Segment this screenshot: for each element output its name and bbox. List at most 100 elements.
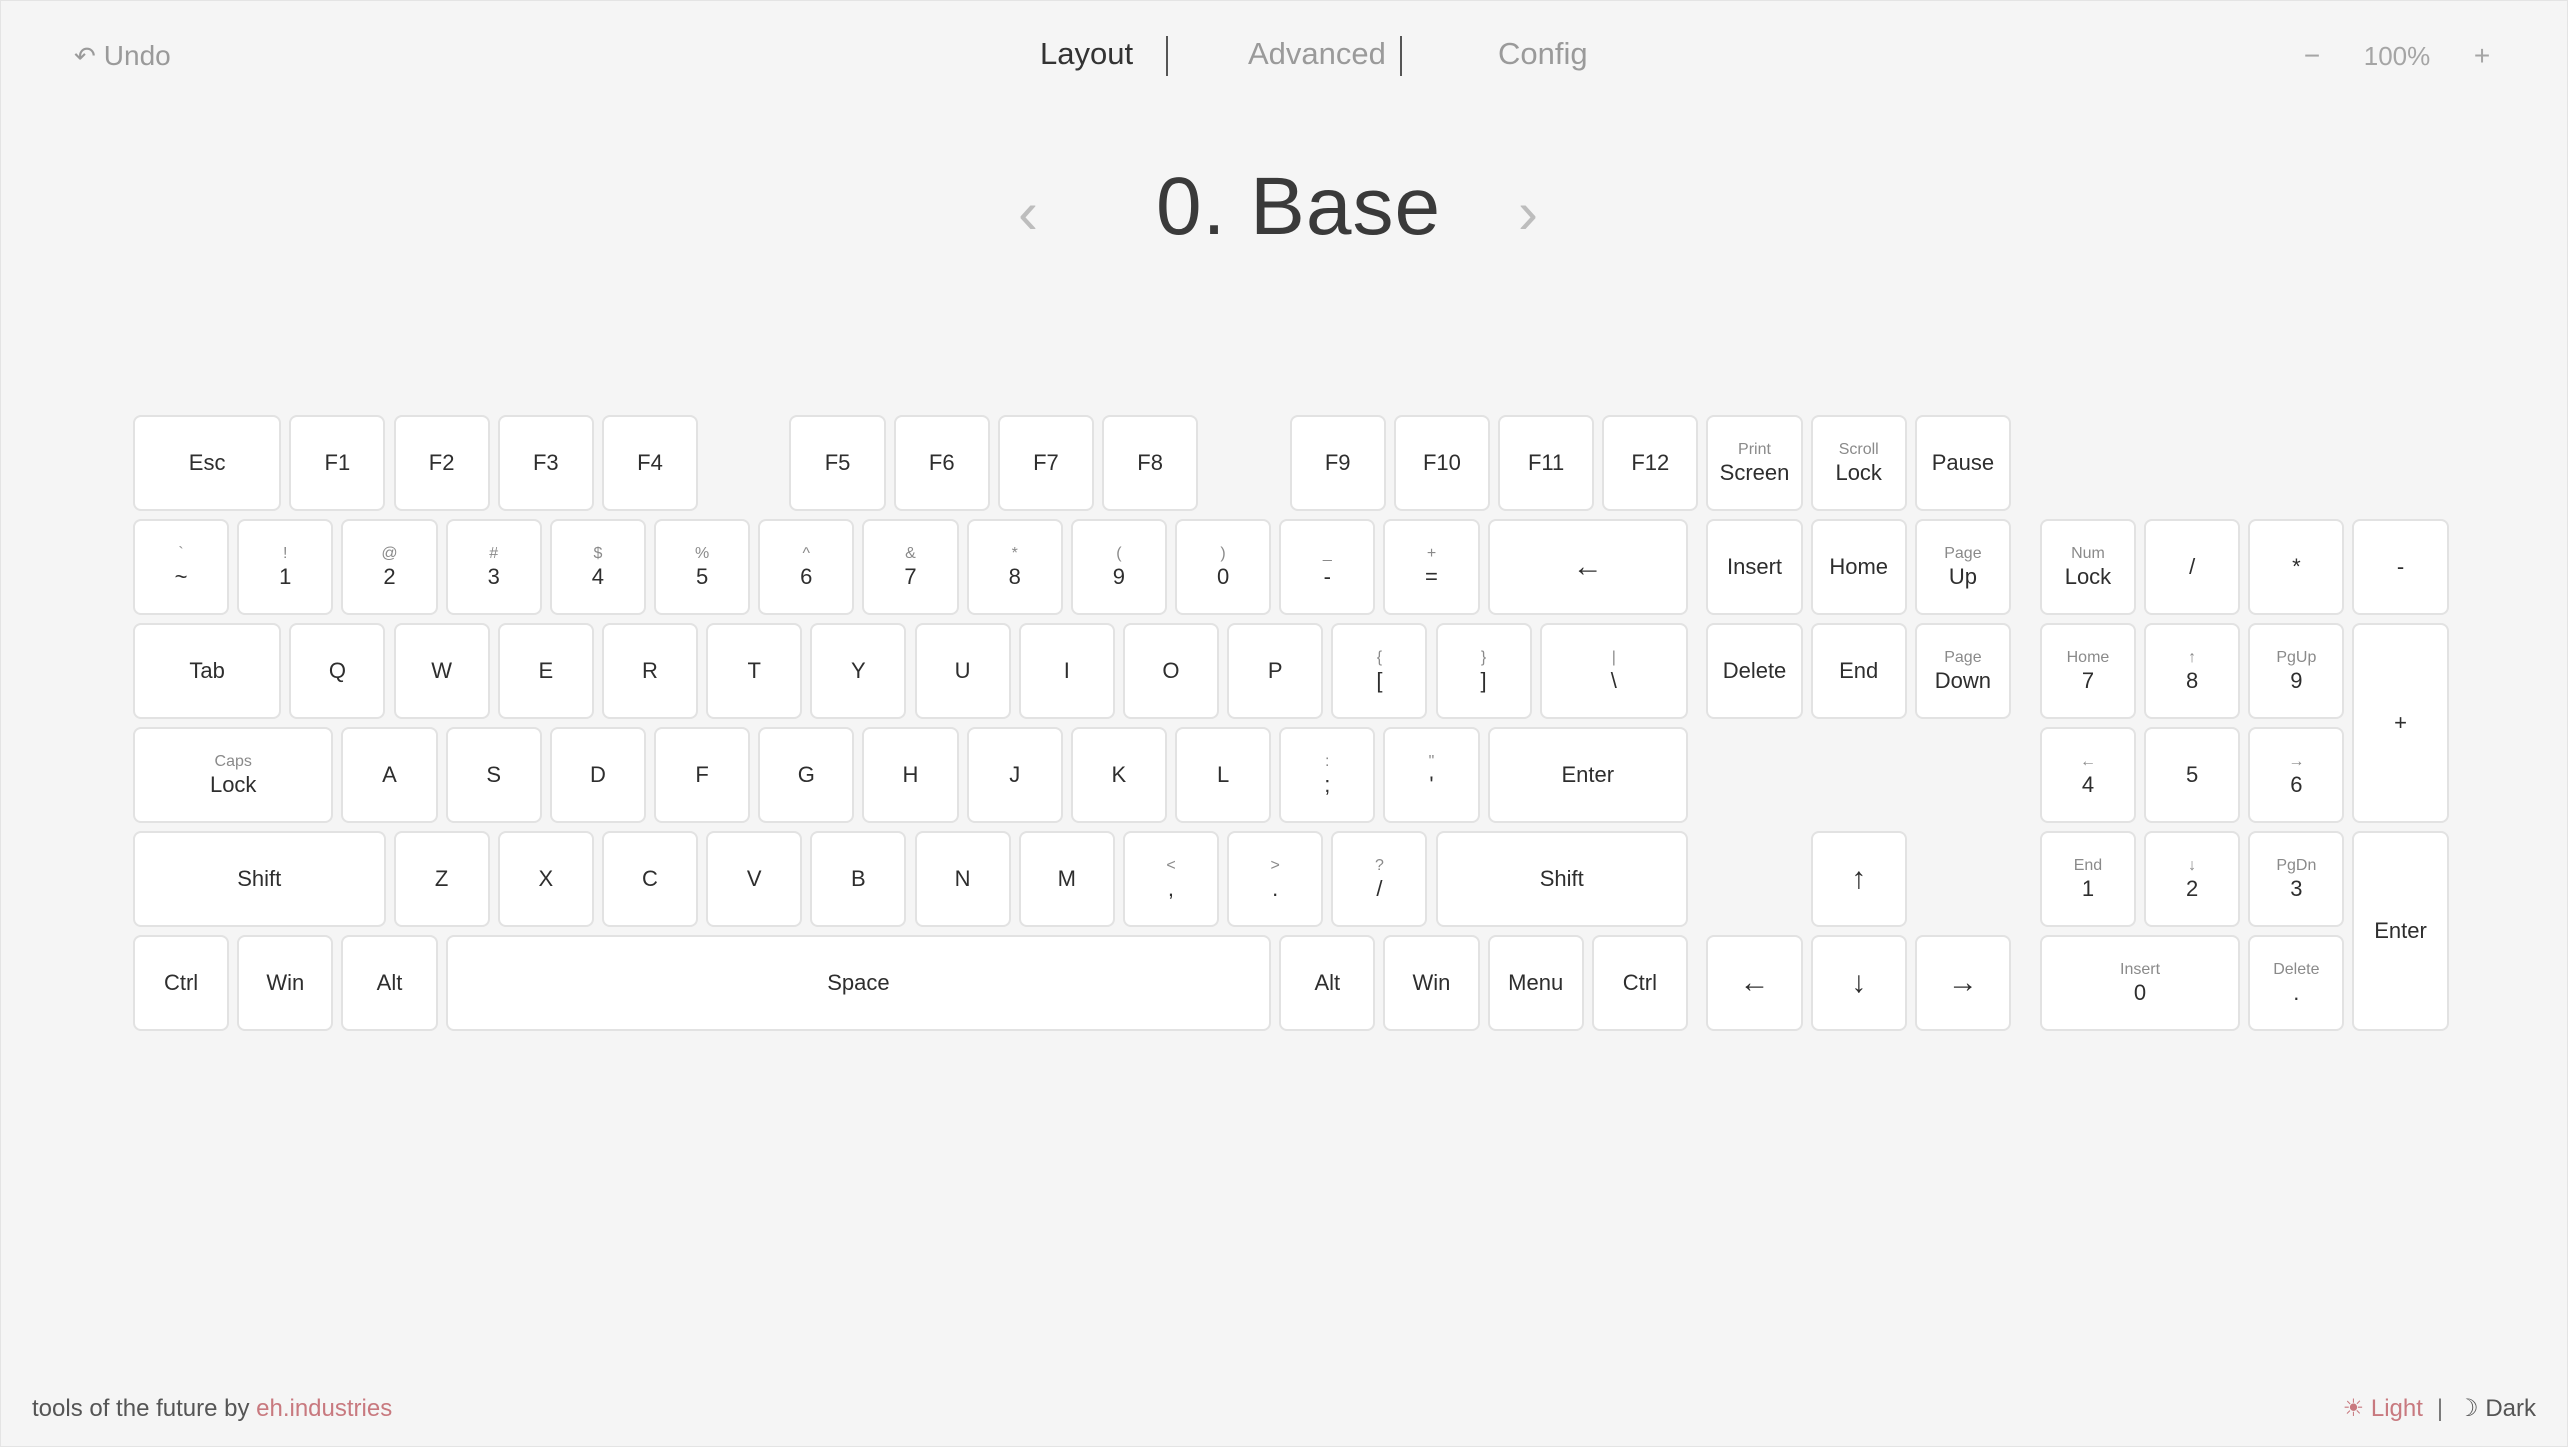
key[interactable]: Enter xyxy=(2352,831,2449,1031)
key[interactable]: D xyxy=(549,727,646,823)
key[interactable]: Win xyxy=(1383,935,1480,1031)
key[interactable]: F2 xyxy=(393,415,490,511)
next-layer-button[interactable]: › xyxy=(1518,178,1538,247)
key[interactable]: F12 xyxy=(1602,415,1699,511)
key[interactable]: Num Lock xyxy=(2039,519,2137,615)
key[interactable]: C xyxy=(601,831,699,927)
key[interactable]: End 1 xyxy=(2039,831,2137,927)
tab-config[interactable]: Config xyxy=(1468,36,1618,72)
key[interactable]: Page Up xyxy=(1914,519,2011,615)
key[interactable]: PgUp 9 xyxy=(2248,623,2345,719)
key[interactable]: Ctrl xyxy=(1591,935,1688,1031)
key[interactable]: }] xyxy=(1435,623,1532,719)
key[interactable]: Print Screen xyxy=(1706,415,1803,511)
key[interactable]: Enter xyxy=(1487,727,1688,823)
key[interactable]: U xyxy=(914,623,1011,719)
key[interactable]: :; xyxy=(1279,727,1376,823)
key[interactable]: S xyxy=(445,727,542,823)
key[interactable]: F5 xyxy=(789,415,886,511)
key[interactable]: & 7 xyxy=(862,519,959,615)
key[interactable]: F9 xyxy=(1289,415,1386,511)
key[interactable]: O xyxy=(1122,623,1220,719)
key[interactable]: PgDn 3 xyxy=(2248,831,2345,927)
dark-theme-button[interactable]: ☽ Dark xyxy=(2457,1394,2536,1423)
light-theme-button[interactable]: ☀ Light xyxy=(2343,1394,2423,1423)
key[interactable]: Alt xyxy=(1279,935,1376,1031)
key[interactable]: → xyxy=(1914,935,2011,1031)
key[interactable]: % 5 xyxy=(654,519,751,615)
tab-advanced[interactable]: Advanced xyxy=(1218,36,1416,72)
key[interactable]: Esc xyxy=(133,415,282,511)
key[interactable]: Pause xyxy=(1914,415,2011,511)
key[interactable]: (9 xyxy=(1070,519,1167,615)
key[interactable]: M xyxy=(1018,831,1115,927)
key[interactable]: {[ xyxy=(1331,623,1428,719)
key[interactable]: ` ~ xyxy=(133,519,230,615)
key[interactable]: Home xyxy=(1810,519,1907,615)
key[interactable]: ← xyxy=(1487,519,1688,615)
key[interactable]: E xyxy=(497,623,594,719)
key[interactable]: _ - xyxy=(1279,519,1376,615)
key[interactable]: F xyxy=(654,727,751,823)
key[interactable]: / xyxy=(2144,519,2241,615)
key[interactable]: #3 xyxy=(445,519,542,615)
key[interactable]: " ' xyxy=(1383,727,1480,823)
key[interactable]: Q xyxy=(289,623,386,719)
key[interactable]: J xyxy=(966,727,1063,823)
key[interactable]: ↑ xyxy=(1810,831,1907,927)
key[interactable]: P xyxy=(1227,623,1324,719)
tab-layout[interactable]: Layout xyxy=(1010,36,1163,72)
key[interactable]: ↑ 8 xyxy=(2144,623,2241,719)
zoom-in-button[interactable]: + xyxy=(2452,40,2512,72)
key[interactable]: Tab xyxy=(133,623,282,719)
key[interactable]: <, xyxy=(1122,831,1220,927)
key[interactable]: ? / xyxy=(1331,831,1428,927)
key[interactable]: F1 xyxy=(289,415,386,511)
key[interactable]: B xyxy=(810,831,907,927)
key[interactable]: T xyxy=(706,623,803,719)
key[interactable]: H xyxy=(862,727,959,823)
key[interactable]: F4 xyxy=(601,415,699,511)
key[interactable]: Ctrl xyxy=(133,935,230,1031)
key[interactable]: F7 xyxy=(997,415,1095,511)
brand-link[interactable]: eh.industries xyxy=(256,1395,392,1422)
key[interactable]: F11 xyxy=(1498,415,1595,511)
key[interactable]: Insert 0 xyxy=(2039,935,2241,1031)
key[interactable]: F6 xyxy=(893,415,990,511)
key[interactable]: | \ xyxy=(1539,623,1688,719)
key[interactable]: L xyxy=(1175,727,1272,823)
key[interactable]: Alt xyxy=(341,935,438,1031)
key[interactable]: 5 xyxy=(2144,727,2241,823)
key[interactable]: ) 0 xyxy=(1175,519,1272,615)
key[interactable]: X xyxy=(497,831,594,927)
key[interactable]: ^ 6 xyxy=(758,519,855,615)
key[interactable]: V xyxy=(706,831,803,927)
key[interactable]: Home 7 xyxy=(2039,623,2137,719)
key[interactable]: Z xyxy=(393,831,490,927)
zoom-out-button[interactable]: − xyxy=(2282,40,2342,72)
key[interactable]: Scroll Lock xyxy=(1810,415,1907,511)
key[interactable]: F3 xyxy=(497,415,594,511)
key[interactable]: F8 xyxy=(1102,415,1199,511)
key[interactable]: W xyxy=(393,623,490,719)
key[interactable]: * 8 xyxy=(966,519,1063,615)
key[interactable]: Space xyxy=(445,935,1272,1031)
key[interactable]: A xyxy=(341,727,438,823)
previous-layer-button[interactable]: ‹ xyxy=(1018,178,1038,247)
key[interactable]: >. xyxy=(1227,831,1324,927)
key[interactable]: Y xyxy=(810,623,907,719)
key[interactable]: K xyxy=(1070,727,1167,823)
key[interactable]: ↓ 2 xyxy=(2144,831,2241,927)
key[interactable]: → 6 xyxy=(2248,727,2345,823)
key[interactable]: Shift xyxy=(133,831,386,927)
key[interactable]: F10 xyxy=(1393,415,1490,511)
key[interactable]: G xyxy=(758,727,855,823)
key[interactable]: * xyxy=(2248,519,2345,615)
key[interactable]: I xyxy=(1018,623,1115,719)
key[interactable]: N xyxy=(914,831,1011,927)
key[interactable]: Delete xyxy=(1706,623,1803,719)
key[interactable]: + xyxy=(2352,623,2449,823)
key[interactable]: Page Down xyxy=(1914,623,2011,719)
key[interactable]: - xyxy=(2352,519,2449,615)
key[interactable]: Win xyxy=(237,935,334,1031)
